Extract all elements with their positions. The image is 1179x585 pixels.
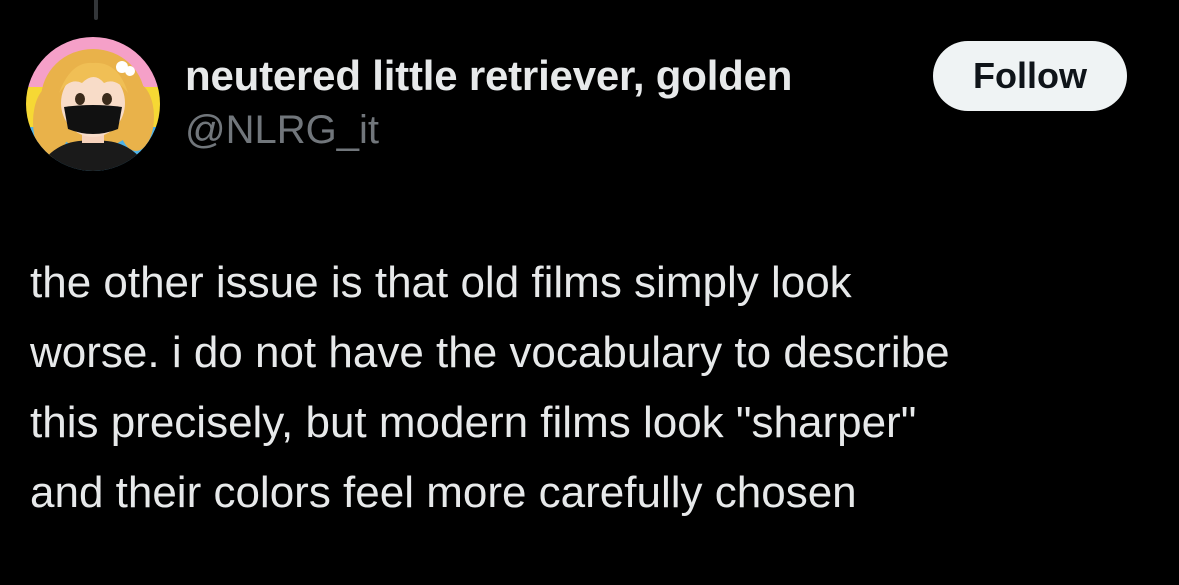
tweet-text-line: and their colors feel more carefully cho… [30, 468, 857, 517]
avatar-image [26, 37, 160, 171]
tweet-text-line: this precisely, but modern films look "s… [30, 398, 917, 447]
tweet-text-line: the other issue is that old films simply… [30, 258, 852, 307]
thread-connector-line [94, 0, 98, 20]
author-display-name[interactable]: neutered little retriever, golden [185, 52, 792, 100]
author-handle[interactable]: @NLRG_it [185, 108, 379, 153]
tweet-text-line: worse. i do not have the vocabulary to d… [30, 328, 950, 377]
follow-button[interactable]: Follow [933, 41, 1127, 111]
tweet-text: the other issue is that old films simply… [30, 248, 1150, 528]
avatar[interactable] [26, 37, 160, 171]
